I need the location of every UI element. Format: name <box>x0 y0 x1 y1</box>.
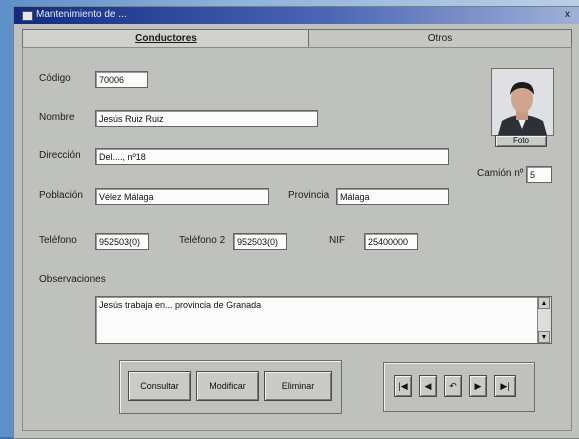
nif-label: NIF <box>329 235 346 246</box>
observaciones-field[interactable]: Jesús trabaja en... provincia de Granada… <box>95 296 552 344</box>
movil-field[interactable]: 952503(0) <box>233 233 287 250</box>
nombre-field[interactable]: Jesús Ruiz Ruiz <box>95 110 318 127</box>
provincia-label: Provincia <box>288 190 330 201</box>
previous-record-icon[interactable]: ◀ <box>419 375 437 397</box>
scroll-up-icon[interactable]: ▲ <box>538 297 550 309</box>
app-icon <box>22 11 33 21</box>
telefono-label: Teléfono <box>39 235 77 246</box>
last-record-icon[interactable]: ▶| <box>494 375 516 397</box>
observaciones-scrollbar[interactable]: ▲ ▼ <box>537 297 551 343</box>
form-panel: Código 70006 Nombre Jesús Ruiz Ruiz Dire… <box>22 47 572 431</box>
direccion-field[interactable]: Del...., nº18 <box>95 148 449 165</box>
codigo-label: Código <box>39 73 71 84</box>
foto-button[interactable]: Foto <box>495 135 547 147</box>
scroll-down-icon[interactable]: ▼ <box>538 331 550 343</box>
movil-label: Teléfono 2 <box>179 235 226 246</box>
nombre-label: Nombre <box>39 112 75 123</box>
driver-photo <box>491 68 554 136</box>
action-button-group: Consultar Modificar Eliminar <box>119 360 342 414</box>
codigo-field[interactable]: 70006 <box>95 71 148 88</box>
observaciones-label: Observaciones <box>39 274 106 285</box>
title-bar[interactable]: Mantenimiento de ... x <box>14 7 579 24</box>
close-button[interactable]: x <box>561 9 574 21</box>
provincia-field[interactable]: Málaga <box>336 188 449 205</box>
direccion-label: Dirección <box>39 150 81 161</box>
window-title: Mantenimiento de ... <box>36 9 127 20</box>
person-photo-icon <box>492 69 553 135</box>
poblacion-field[interactable]: Vélez Málaga <box>95 188 269 205</box>
eliminar-button[interactable]: Eliminar <box>264 371 332 401</box>
poblacion-label: Población <box>39 190 83 201</box>
camion-field[interactable]: 5 <box>526 166 552 183</box>
observaciones-text: Jesús trabaja en... provincia de Granada <box>99 300 262 310</box>
undo-icon[interactable]: ↶ <box>444 375 462 397</box>
nif-field[interactable]: 25400000 <box>364 233 418 250</box>
telefono-field[interactable]: 952503(0) <box>95 233 149 250</box>
tab-otros[interactable]: Otros <box>308 29 572 47</box>
first-record-icon[interactable]: |◀ <box>394 375 412 397</box>
navigation-group: |◀ ◀ ↶ ▶ ▶| <box>383 362 535 412</box>
tab-conductores[interactable]: Conductores <box>22 29 310 47</box>
consultar-button[interactable]: Consultar <box>128 371 191 401</box>
app-window: Mantenimiento de ... x Conductores Otros… <box>13 6 579 439</box>
next-record-icon[interactable]: ▶ <box>469 375 487 397</box>
camion-label: Camión nº <box>477 168 524 179</box>
modificar-button[interactable]: Modificar <box>196 371 259 401</box>
